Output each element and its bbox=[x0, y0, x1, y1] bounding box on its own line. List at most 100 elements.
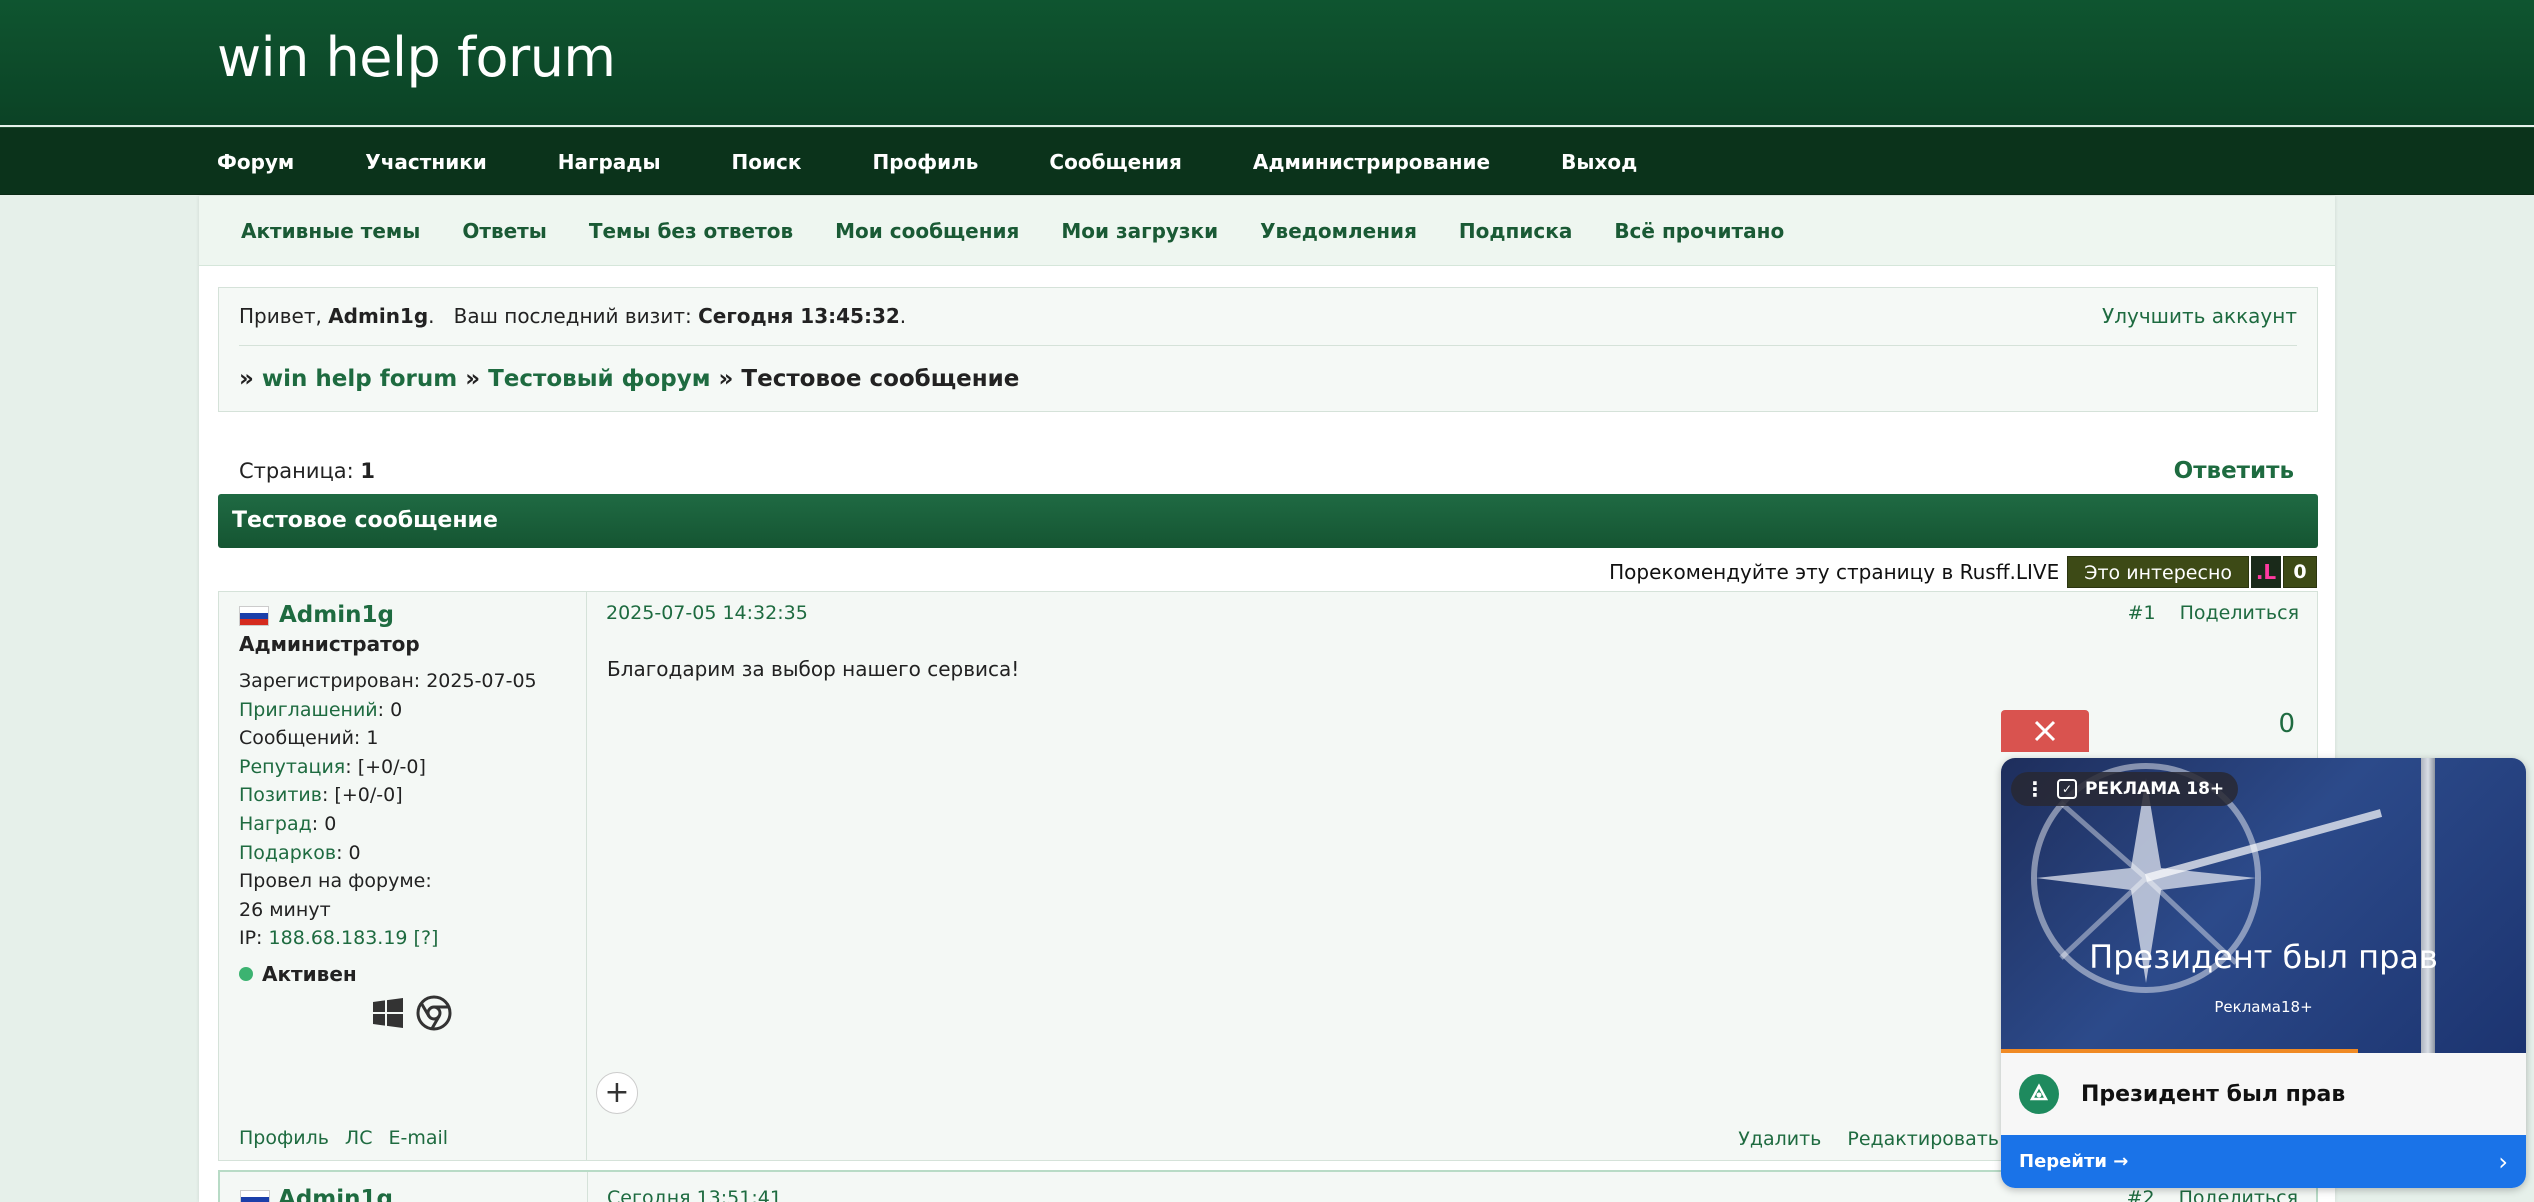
ad-brand-icon bbox=[2019, 1074, 2059, 1114]
invites-link[interactable]: Приглашений bbox=[239, 699, 378, 721]
os-browser-icons bbox=[372, 995, 464, 1035]
post-date-link[interactable]: 2025-07-05 14:32:35 bbox=[606, 602, 808, 624]
post-author-info: Зарегистрирован: 2025-07-05 Приглашений:… bbox=[239, 667, 537, 953]
time-on-forum-value: 26 минут bbox=[239, 898, 331, 921]
add-reaction-button[interactable]: + bbox=[596, 1072, 638, 1114]
share-link[interactable]: Поделиться bbox=[2180, 602, 2299, 624]
status-text: Активен bbox=[262, 962, 357, 986]
more-icon[interactable]: ⋮ bbox=[2025, 777, 2045, 801]
post-actions: Удалить Редактировать bbox=[1712, 1128, 1999, 1150]
nav-forum[interactable]: Форум bbox=[217, 150, 294, 174]
awards-link[interactable]: Наград bbox=[239, 813, 312, 835]
post-author-column: Admin1g bbox=[220, 1172, 588, 1202]
post-author-links: Профиль ЛС E-mail bbox=[239, 1127, 464, 1149]
online-dot-icon bbox=[239, 967, 253, 981]
breadcrumb-topic: Тестовое сообщение bbox=[741, 366, 1020, 392]
subnav-replies[interactable]: Ответы bbox=[462, 219, 547, 243]
breadcrumb: » win help forum » Тестовый форум » Тест… bbox=[239, 366, 1020, 392]
ad-title-row[interactable]: Президент был прав bbox=[2001, 1053, 2526, 1135]
breadcrumb-forum[interactable]: Тестовый форум bbox=[488, 366, 710, 392]
post-author-role: Администратор bbox=[239, 632, 420, 656]
pagination-current: 1 bbox=[360, 459, 376, 483]
post-date-link[interactable]: Сегодня 13:51:41 bbox=[607, 1187, 782, 1202]
nav-profile[interactable]: Профиль bbox=[872, 150, 978, 174]
ad-check-icon: ✓ bbox=[2057, 779, 2077, 799]
ad-popup: ⋮ ✓ РЕКЛАМА 18+ Президент был прав Рекла… bbox=[2001, 758, 2526, 1188]
plus-icon: + bbox=[604, 1075, 630, 1110]
gifts-link[interactable]: Подарков bbox=[239, 842, 336, 864]
main-nav: Форум Участники Награды Поиск Профиль Со… bbox=[0, 127, 2534, 195]
positive-link[interactable]: Позитив bbox=[239, 784, 322, 806]
recommend-text: Порекомендуйте эту страницу в Rusff.LIVE bbox=[1609, 560, 2060, 584]
chevron-right-icon: › bbox=[2498, 1147, 2508, 1176]
ad-badge-text: РЕКЛАМА 18+ bbox=[2085, 779, 2225, 799]
russia-flag-icon bbox=[240, 1189, 270, 1202]
pagination-label: Страница: bbox=[239, 459, 354, 483]
share-link[interactable]: Поделиться bbox=[2179, 1187, 2298, 1202]
ad-image[interactable]: ⋮ ✓ РЕКЛАМА 18+ Президент был прав Рекла… bbox=[2001, 758, 2526, 1053]
ad-title: Президент был прав bbox=[2081, 1081, 2346, 1107]
post-author-column: Admin1g Администратор Зарегистрирован: 2… bbox=[219, 592, 587, 1160]
ad-go-label: Перейти → bbox=[2019, 1151, 2129, 1172]
welcome-box: Привет, Admin1g. Ваш последний визит: Се… bbox=[218, 287, 2318, 412]
reply-link[interactable]: Ответить bbox=[2174, 458, 2294, 484]
site-title[interactable]: win help forum bbox=[217, 26, 616, 89]
nav-search[interactable]: Поиск bbox=[732, 150, 802, 174]
last-visit-label: Ваш последний визит: bbox=[453, 304, 692, 328]
russia-flag-icon bbox=[239, 605, 269, 626]
messages-count: Сообщений: 1 bbox=[239, 727, 379, 750]
sub-nav: Активные темы Ответы Темы без ответов Мо… bbox=[199, 196, 2335, 266]
subnav-unanswered[interactable]: Темы без ответов bbox=[589, 219, 793, 243]
delete-link[interactable]: Удалить bbox=[1738, 1128, 1821, 1150]
subnav-mark-read[interactable]: Всё прочитано bbox=[1614, 219, 1784, 243]
topic-title: Тестовое сообщение bbox=[232, 508, 498, 533]
ad-badge: ⋮ ✓ РЕКЛАМА 18+ bbox=[2011, 772, 2239, 806]
post-author: Admin1g bbox=[240, 1186, 393, 1202]
email-link[interactable]: E-mail bbox=[388, 1127, 448, 1149]
last-visit-value: Сегодня 13:45:32 bbox=[698, 304, 900, 328]
topic-title-bar: Тестовое сообщение bbox=[218, 494, 2318, 548]
ad-close-button[interactable] bbox=[2001, 710, 2089, 752]
breadcrumb-root[interactable]: win help forum bbox=[262, 366, 457, 392]
subnav-active-topics[interactable]: Активные темы bbox=[241, 219, 420, 243]
nav-admin[interactable]: Администрирование bbox=[1253, 150, 1490, 174]
post-number-bar: #1 Поделиться bbox=[2128, 602, 2299, 624]
ad-image-headline: Президент был прав bbox=[2089, 938, 2438, 976]
post-author-name[interactable]: Admin1g bbox=[278, 1186, 393, 1202]
post-like-count: 0 bbox=[2278, 709, 2295, 739]
close-icon bbox=[2034, 720, 2056, 742]
profile-link[interactable]: Профиль bbox=[239, 1127, 329, 1149]
rusff-logo-icon[interactable]: .L bbox=[2251, 556, 2281, 588]
ad-go-button[interactable]: Перейти → › bbox=[2001, 1135, 2526, 1188]
pagination: Страница: 1 bbox=[239, 459, 375, 483]
nav-awards[interactable]: Награды bbox=[558, 150, 661, 174]
chrome-icon bbox=[416, 995, 452, 1035]
nav-members[interactable]: Участники bbox=[365, 150, 487, 174]
post-author-name[interactable]: Admin1g bbox=[279, 602, 394, 628]
post-number[interactable]: #1 bbox=[2128, 602, 2156, 624]
site-header: win help forum bbox=[0, 0, 2534, 125]
subnav-my-posts[interactable]: Мои сообщения bbox=[835, 219, 1019, 243]
ad-small-tag: Реклама18+ bbox=[2214, 998, 2313, 1016]
interesting-button[interactable]: Это интересно bbox=[2067, 556, 2249, 588]
greeting-text: Привет, bbox=[239, 304, 322, 328]
subnav-my-uploads[interactable]: Мои загрузки bbox=[1061, 219, 1218, 243]
pm-link[interactable]: ЛС bbox=[345, 1127, 373, 1149]
time-on-forum-label: Провел на форуме: bbox=[239, 870, 432, 893]
ip-label: IP: bbox=[239, 927, 269, 950]
subnav-notifications[interactable]: Уведомления bbox=[1260, 219, 1417, 243]
upgrade-account-link[interactable]: Улучшить аккаунт bbox=[2102, 304, 2297, 328]
post-author: Admin1g bbox=[239, 602, 394, 628]
recommend-bar: Порекомендуйте эту страницу в Rusff.LIVE… bbox=[1609, 556, 2317, 588]
nav-messages[interactable]: Сообщения bbox=[1049, 150, 1181, 174]
post-body: Благодарим за выбор нашего сервиса! bbox=[607, 657, 1020, 681]
post-number[interactable]: #2 bbox=[2127, 1187, 2155, 1202]
nav-logout[interactable]: Выход bbox=[1561, 150, 1637, 174]
subnav-subscriptions[interactable]: Подписка bbox=[1459, 219, 1572, 243]
edit-link[interactable]: Редактировать bbox=[1847, 1128, 1999, 1150]
recommend-count: 0 bbox=[2283, 556, 2317, 588]
registered-date: Зарегистрирован: 2025-07-05 bbox=[239, 670, 537, 692]
ip-link[interactable]: 188.68.183.19 [?] bbox=[269, 927, 439, 949]
reputation-link[interactable]: Репутация bbox=[239, 756, 345, 778]
post-number-bar: #2 Поделиться bbox=[2127, 1187, 2298, 1202]
